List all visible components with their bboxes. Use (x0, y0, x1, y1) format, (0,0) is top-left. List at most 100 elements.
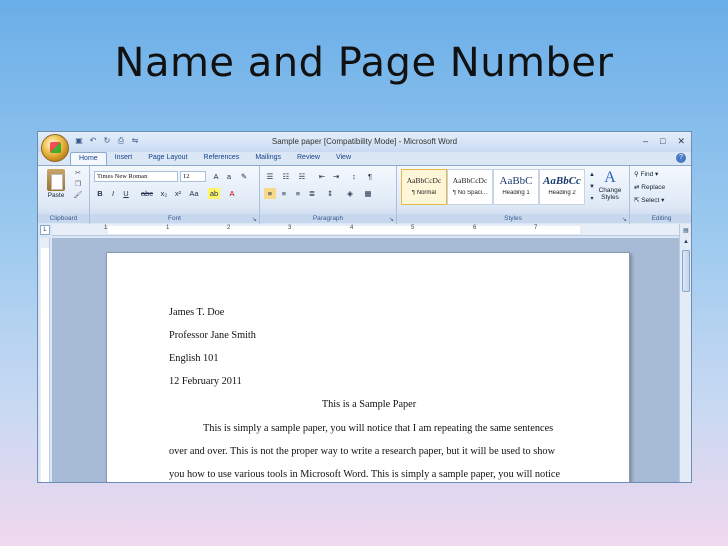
styles-dialog-launcher-icon[interactable]: ↘ (622, 216, 627, 223)
superscript-icon[interactable]: x² (172, 188, 184, 199)
bullets-icon[interactable]: ☰ (264, 171, 276, 182)
show-formatting-icon[interactable]: ¶ (364, 171, 376, 182)
style-sample: AaBbCcDc (406, 176, 442, 185)
replace-label: Replace (641, 184, 666, 191)
ruler-number: 6 (473, 225, 477, 231)
style-heading-1[interactable]: AaBbC Heading 1 (493, 169, 539, 205)
sort-icon[interactable]: ↕ (348, 171, 360, 182)
tab-home[interactable]: Home (70, 152, 107, 166)
grow-font-icon[interactable]: A (210, 171, 222, 182)
style-name: Heading 1 (502, 190, 530, 196)
ruler-number: 1 (166, 225, 170, 231)
align-left-icon[interactable]: ≡ (264, 188, 276, 199)
paste-button[interactable]: Paste (42, 169, 70, 199)
copy-icon[interactable]: ❐ (72, 180, 84, 189)
select-label: Select (641, 197, 660, 204)
office-button[interactable] (41, 134, 69, 162)
font-size-combo[interactable]: 12 (180, 171, 206, 182)
font-name-combo[interactable]: Times New Roman (94, 171, 178, 182)
bold-icon[interactable]: B (94, 188, 106, 199)
highlight-icon[interactable]: ab (208, 188, 220, 199)
ruler-number: 5 (411, 225, 415, 231)
tab-mailings[interactable]: Mailings (247, 152, 289, 166)
shrink-font-icon[interactable]: a (223, 171, 235, 182)
word-window: ▣ ↶ ↻ ⎙ ⇋ Sample paper [Compatibility Mo… (37, 131, 692, 483)
justify-icon[interactable]: ≣ (306, 188, 318, 199)
help-icon[interactable]: ? (676, 153, 686, 163)
tab-references[interactable]: References (196, 152, 248, 166)
document-workspace: James T. Doe Professor Jane Smith Englis… (52, 238, 680, 482)
select-button[interactable]: ⇱ Select ▾ (634, 196, 664, 204)
ribbon: Paste ✂ ❐ 🖌 Clipboard Times New Roman 12… (38, 165, 691, 224)
multilevel-list-icon[interactable]: ☵ (296, 171, 308, 182)
ruler-number: 2 (227, 225, 231, 231)
paragraph-group-label: Paragraph (260, 214, 396, 223)
change-case-icon[interactable]: Aa (188, 188, 200, 199)
paper-heading: This is a Sample Paper (321, 399, 417, 410)
shading-icon[interactable]: ◈ (344, 188, 356, 199)
font-group-label: Font (90, 214, 259, 223)
change-styles-icon: A (604, 169, 616, 186)
course-name: English 101 (169, 353, 219, 364)
decrease-indent-icon[interactable]: ⇤ (316, 171, 328, 182)
align-center-icon[interactable]: ≡ (278, 188, 290, 199)
ruler-number: 3 (288, 225, 292, 231)
office-logo-icon (50, 142, 61, 153)
title-bar: ▣ ↶ ↻ ⎙ ⇋ Sample paper [Compatibility Mo… (38, 132, 691, 152)
underline-icon[interactable]: U (120, 188, 132, 199)
vertical-ruler[interactable] (40, 238, 50, 482)
tab-selector-icon[interactable]: L (40, 225, 50, 235)
format-painter-icon[interactable]: 🖌 (72, 191, 84, 200)
style-heading-2[interactable]: AaBbCc Heading 2 (539, 169, 585, 205)
paragraph-dialog-launcher-icon[interactable]: ↘ (389, 216, 394, 223)
ruler-text-area (41, 248, 49, 482)
style-name: ¶ No Spaci... (452, 190, 488, 196)
style-normal[interactable]: AaBbCcDc ¶ Normal (401, 169, 447, 205)
find-button[interactable]: ⚲ Find ▾ (634, 170, 658, 178)
borders-icon[interactable]: ▦ (362, 188, 374, 199)
ruler-number: 7 (534, 225, 538, 231)
style-name: Heading 2 (548, 190, 576, 196)
tab-page-layout[interactable]: Page Layout (140, 152, 195, 166)
minimize-button[interactable]: – (643, 136, 648, 147)
align-right-icon[interactable]: ≡ (292, 188, 304, 199)
scroll-up-icon[interactable]: ▲ (682, 238, 690, 246)
styles-group-label: Styles (397, 214, 629, 223)
replace-button[interactable]: ⇄ Replace (634, 183, 665, 191)
subscript-icon[interactable]: x₂ (158, 188, 170, 199)
tab-view[interactable]: View (328, 152, 359, 166)
strikethrough-icon[interactable]: abc (138, 188, 156, 199)
paste-label: Paste (47, 192, 65, 199)
clear-format-icon[interactable]: ✎ (238, 171, 250, 182)
close-button[interactable]: ✕ (677, 136, 685, 147)
increase-indent-icon[interactable]: ⇥ (330, 171, 342, 182)
document-page[interactable]: James T. Doe Professor Jane Smith Englis… (106, 252, 630, 482)
quick-styles-gallery: AaBbCcDc ¶ Normal AaBbCcDc ¶ No Spaci...… (401, 169, 586, 205)
maximize-button[interactable]: □ (660, 136, 665, 147)
style-no-spacing[interactable]: AaBbCcDc ¶ No Spaci... (447, 169, 493, 205)
line-spacing-icon[interactable]: ⇕ (324, 188, 336, 199)
binoculars-icon: ⚲ (634, 171, 641, 178)
body-line: over and over. This is not the proper wa… (169, 446, 556, 457)
font-dialog-launcher-icon[interactable]: ↘ (252, 216, 257, 223)
italic-icon[interactable]: I (107, 188, 119, 199)
body-line: This is simply a sample paper, you will … (203, 423, 554, 434)
clipboard-icon (47, 169, 65, 191)
tab-review[interactable]: Review (289, 152, 328, 166)
font-color-icon[interactable]: A (226, 188, 238, 199)
numbering-icon[interactable]: ☷ (280, 171, 292, 182)
ruler-toggle-icon[interactable]: ▤ (682, 227, 690, 235)
cut-icon[interactable]: ✂ (72, 169, 84, 178)
change-styles-label: Change Styles (598, 187, 622, 201)
author-name: James T. Doe (169, 307, 225, 318)
style-sample: AaBbCc (543, 175, 581, 187)
clipboard-group: Paste ✂ ❐ 🖌 Clipboard (38, 166, 90, 224)
editing-group-label: Editing (630, 214, 691, 223)
horizontal-ruler[interactable]: 1 1 2 3 4 5 6 7 (52, 224, 682, 236)
scrollbar-thumb[interactable] (682, 250, 690, 292)
paragraph-group: ☰ ☷ ☵ ⇤ ⇥ ↕ ¶ ≡ ≡ ≡ ≣ ⇕ ◈ ▦ Paragraph ↘ (260, 166, 397, 224)
vertical-scrollbar[interactable]: ▤ ▲ (679, 224, 691, 482)
change-styles-button[interactable]: A Change Styles (592, 169, 628, 201)
paper-date: 12 February 2011 (169, 376, 242, 387)
tab-insert[interactable]: Insert (107, 152, 141, 166)
